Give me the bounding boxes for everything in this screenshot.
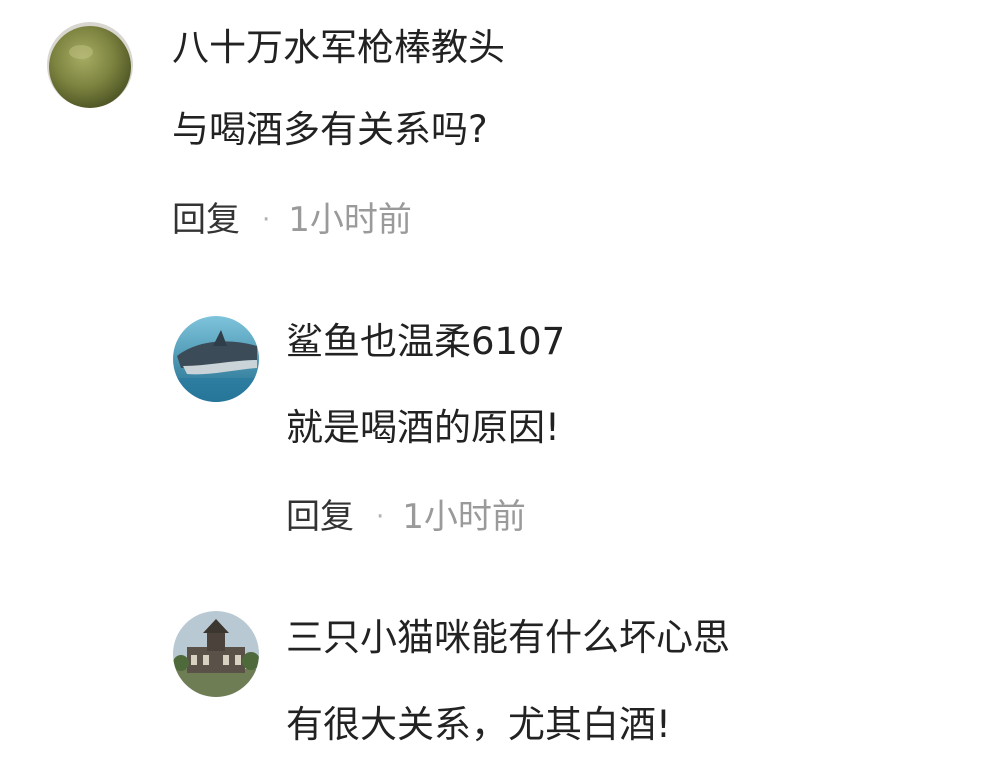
username[interactable]: 三只小猫咪能有什么坏心思 (286, 616, 730, 660)
comment-meta: 回复 · 1小时前 (172, 200, 412, 240)
separator-dot: · (376, 502, 385, 532)
reply-button[interactable]: 回复 (286, 497, 354, 537)
comment-text: 就是喝酒的原因! (286, 406, 560, 449)
comment-meta: 回复 · 1小时前 (286, 497, 526, 537)
username[interactable]: 八十万水军枪棒教头 (172, 26, 505, 70)
avatar[interactable] (173, 316, 259, 402)
avatar[interactable] (47, 22, 133, 108)
green-ball-avatar-icon (47, 22, 133, 108)
reply-button[interactable]: 回复 (172, 200, 240, 240)
comment-thread: 八十万水军枪棒教头 与喝酒多有关系吗? 回复 · 1小时前 鲨鱼也温柔6107 … (0, 0, 1000, 773)
separator-dot: · (262, 205, 271, 235)
building-avatar-icon (173, 611, 259, 697)
username[interactable]: 鲨鱼也温柔6107 (286, 320, 565, 364)
comment-text: 有很大关系，尤其白酒! (286, 703, 671, 746)
shark-avatar-icon (173, 316, 259, 402)
avatar[interactable] (173, 611, 259, 697)
timestamp: 1小时前 (288, 200, 412, 240)
timestamp: 1小时前 (402, 497, 526, 537)
comment-text: 与喝酒多有关系吗? (172, 108, 488, 151)
